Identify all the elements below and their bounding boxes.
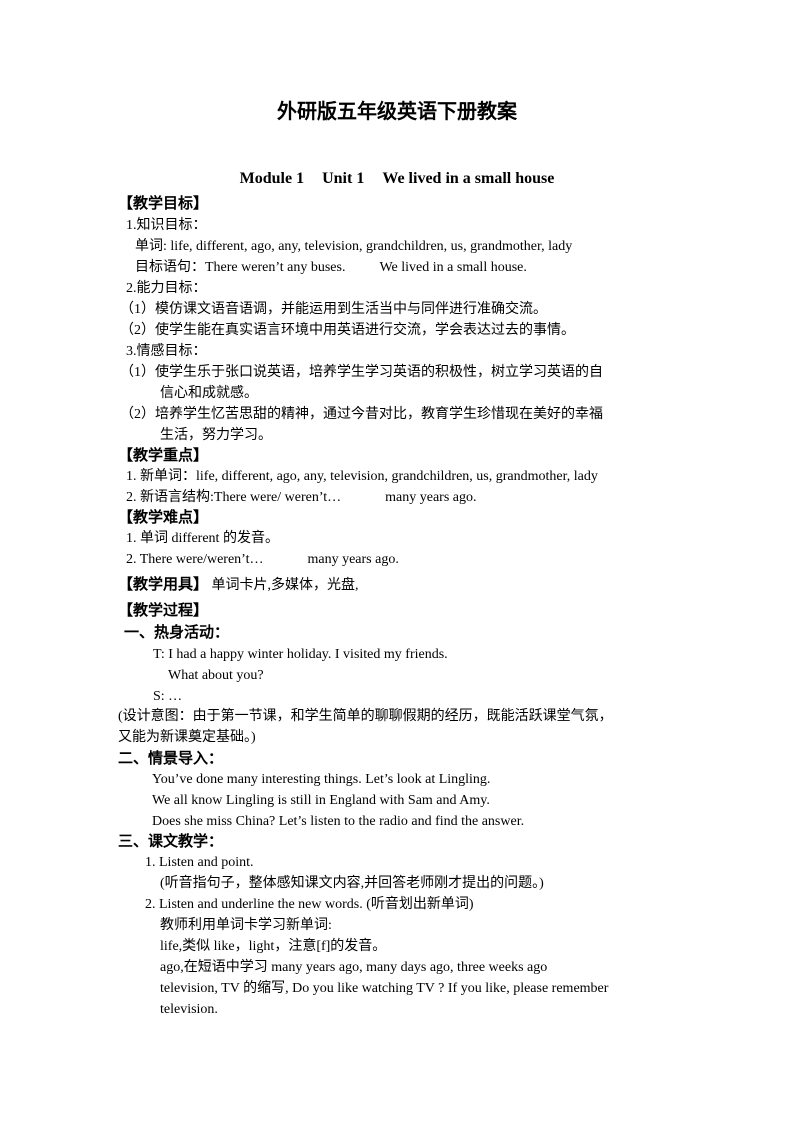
emotion-item: （2）培养学生忆苦思甜的精神，通过今昔对比，教育学生珍惜现在美好的幸福 bbox=[120, 407, 603, 422]
target-sentences-label: 目标语句： bbox=[135, 260, 205, 275]
structure-text: 2. 新语言结构:There were/ weren’t… bbox=[126, 490, 342, 505]
ability-item: （1）模仿课文语音语调，并能运用到生活当中与同伴进行准确交流。 bbox=[120, 302, 547, 317]
tools-line: 【教学用具】 单词卡片,多媒体，光盘, bbox=[118, 575, 359, 596]
document-title: 外研版五年级英语下册教案 bbox=[277, 101, 517, 123]
tools-text: 单词卡片,多媒体，光盘, bbox=[211, 578, 359, 593]
key-points-heading: 【教学重点】 bbox=[118, 448, 209, 464]
design-note-cont: 又能为新课奠定基础。) bbox=[118, 730, 256, 745]
emotion-label: 3.情感目标： bbox=[126, 344, 207, 359]
dialogue-line: What about you? bbox=[168, 668, 264, 683]
step-note: 教师利用单词卡学习新单词: bbox=[160, 918, 332, 933]
dialogue-line: T: I had a happy winter holiday. I visit… bbox=[153, 647, 448, 662]
warmup-heading: 一、热身活动： bbox=[124, 625, 230, 641]
key-point-item: 1. 新单词：life, different, ago, any, televi… bbox=[126, 469, 598, 484]
target-words: 单词: life, different, ago, any, televisio… bbox=[135, 239, 573, 254]
lead-in-line: Does she miss China? Let’s listen to the… bbox=[152, 814, 525, 829]
ability-item: （2）使学生能在真实语言环境中用英语进行交流，学会表达过去的事情。 bbox=[120, 323, 575, 338]
lesson-title: We lived in a small house bbox=[382, 170, 555, 187]
objectives-heading: 【教学目标】 bbox=[118, 196, 209, 212]
lead-in-heading: 二、情景导入： bbox=[118, 751, 224, 767]
key-point-item: 2. 新语言结构:There were/ weren’t… many years … bbox=[126, 488, 476, 508]
target-sentence: We lived in a small house. bbox=[379, 260, 527, 275]
vocab-note-cont: television. bbox=[160, 1002, 218, 1017]
tools-heading: 【教学用具】 bbox=[118, 577, 209, 593]
emotion-item: （1）使学生乐于张口说英语，培养学生学习英语的积极性，树立学习英语的自 bbox=[120, 365, 603, 380]
lesson-subtitle: Module 1 Unit 1 We lived in a small house bbox=[0, 168, 794, 190]
target-sentences: 目标语句：There weren’t any buses. We lived in… bbox=[135, 258, 527, 278]
structure-text: 2. There were/weren’t… bbox=[126, 552, 264, 567]
design-note: (设计意图：由于第一节课，和学生简单的聊聊假期的经历，既能活跃课堂气氛， bbox=[118, 709, 613, 724]
target-sentence: There weren’t any buses. bbox=[205, 260, 346, 275]
unit-label: Unit 1 bbox=[322, 170, 365, 187]
step-item: 2. Listen and underline the new words. (… bbox=[145, 897, 474, 912]
step-note: (听音指句子，整体感知课文内容,并回答老师刚才提出的问题。) bbox=[160, 876, 544, 891]
structure-text: many years ago. bbox=[307, 552, 399, 567]
difficulty-item: 2. There were/weren’t… many years ago. bbox=[126, 550, 399, 570]
process-heading: 【教学过程】 bbox=[118, 603, 209, 619]
emotion-item-cont: 生活，努力学习。 bbox=[160, 428, 272, 443]
lead-in-line: You’ve done many interesting things. Let… bbox=[152, 772, 491, 787]
dialogue-line: S: … bbox=[153, 689, 183, 704]
structure-text: many years ago. bbox=[385, 490, 477, 505]
emotion-item-cont: 信心和成就感。 bbox=[160, 386, 258, 401]
ability-label: 2.能力目标： bbox=[126, 281, 207, 296]
lead-in-line: We all know Lingling is still in England… bbox=[152, 793, 490, 808]
text-teaching-heading: 三、课文教学： bbox=[118, 834, 224, 850]
step-item: 1. Listen and point. bbox=[145, 855, 254, 870]
difficulties-heading: 【教学难点】 bbox=[118, 510, 209, 526]
knowledge-label: 1.知识目标： bbox=[126, 218, 207, 233]
vocab-note: television, TV 的缩写, Do you like watching… bbox=[160, 981, 609, 996]
vocab-note: ago,在短语中学习 many years ago, many days ago… bbox=[160, 960, 548, 975]
difficulty-item: 1. 单词 different 的发音。 bbox=[126, 531, 279, 546]
vocab-note: life,类似 like，light，注意[f]的发音。 bbox=[160, 939, 387, 954]
module-label: Module 1 bbox=[239, 170, 305, 187]
